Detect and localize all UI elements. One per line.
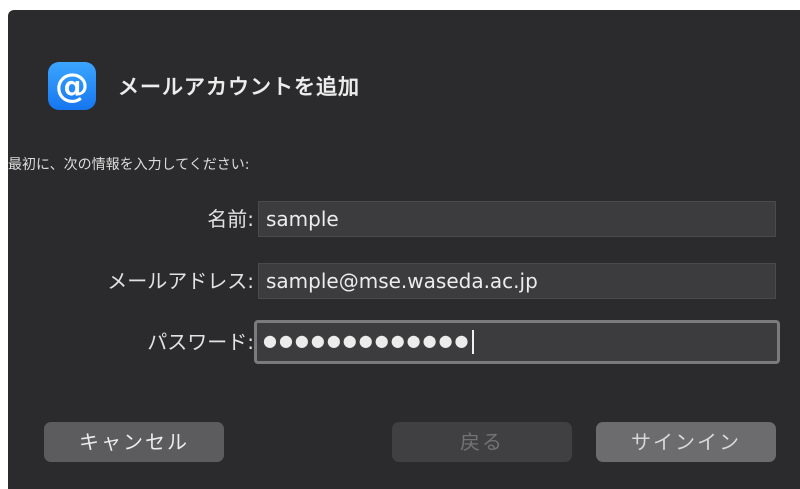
mail-at-icon: @	[48, 62, 96, 110]
sign-in-button[interactable]: サインイン	[596, 422, 776, 462]
text-caret	[471, 329, 474, 354]
email-field[interactable]: sample@mse.waseda.ac.jp	[258, 263, 776, 299]
email-label: メールアドレス:	[107, 269, 254, 293]
dialog-subtitle: 最初に、次の情報を入力してください:	[8, 157, 250, 173]
cancel-button[interactable]: キャンセル	[44, 422, 224, 462]
name-field[interactable]: sample	[258, 201, 776, 237]
dialog-header: @ メールアカウントを追加	[48, 62, 360, 110]
name-label: 名前:	[207, 207, 254, 231]
dialog-title: メールアカウントを追加	[118, 75, 360, 99]
back-button[interactable]: 戻る	[392, 422, 572, 462]
password-row: パスワード: ●●●●●●●●●●●●●	[8, 320, 800, 364]
email-row: メールアドレス: sample@mse.waseda.ac.jp	[8, 262, 800, 300]
password-masked-value: ●●●●●●●●●●●●●	[263, 331, 471, 350]
password-field[interactable]: ●●●●●●●●●●●●●	[254, 320, 780, 364]
password-label: パスワード:	[147, 330, 254, 354]
name-row: 名前: sample	[8, 200, 800, 238]
add-mail-account-dialog: @ メールアカウントを追加 最初に、次の情報を入力してください: 名前: sam…	[8, 10, 800, 489]
